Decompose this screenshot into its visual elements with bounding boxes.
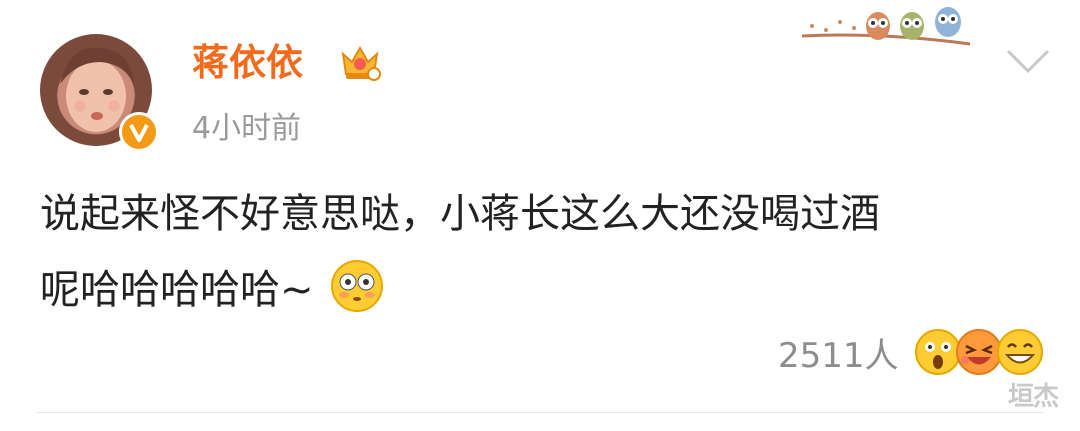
verified-v-badge-icon xyxy=(119,112,159,152)
post-content-line-1: 说起来怪不好意思哒，小蒋长这么大还没喝过酒 xyxy=(40,191,880,237)
crown-vip-icon[interactable] xyxy=(338,40,382,84)
chevron-down-icon[interactable] xyxy=(1005,47,1051,75)
post-timestamp: 4小时前 xyxy=(192,111,302,146)
watermark: 垣杰 xyxy=(1008,382,1059,412)
post-content-line-2-text: 呢哈哈哈哈哈~ xyxy=(40,267,314,313)
flushed-face-emoji xyxy=(331,260,384,312)
grinning-face-emoji[interactable] xyxy=(996,328,1044,376)
post-divider xyxy=(36,412,1044,413)
weibo-post-card: 蒋依依 4小时前 说起来怪不好意思哒，小蒋长这么大还没喝过酒 呢哈哈哈哈哈~ 2… xyxy=(0,0,1080,431)
owls-on-branch-decoration xyxy=(801,7,971,46)
username[interactable]: 蒋依依 xyxy=(192,40,303,86)
post-content: 说起来怪不好意思哒，小蒋长这么大还没喝过酒 呢哈哈哈哈哈~ xyxy=(40,176,1050,328)
reactions-count[interactable]: 2511人 xyxy=(778,334,899,378)
post-content-line-2: 呢哈哈哈哈哈~ xyxy=(40,252,1050,328)
